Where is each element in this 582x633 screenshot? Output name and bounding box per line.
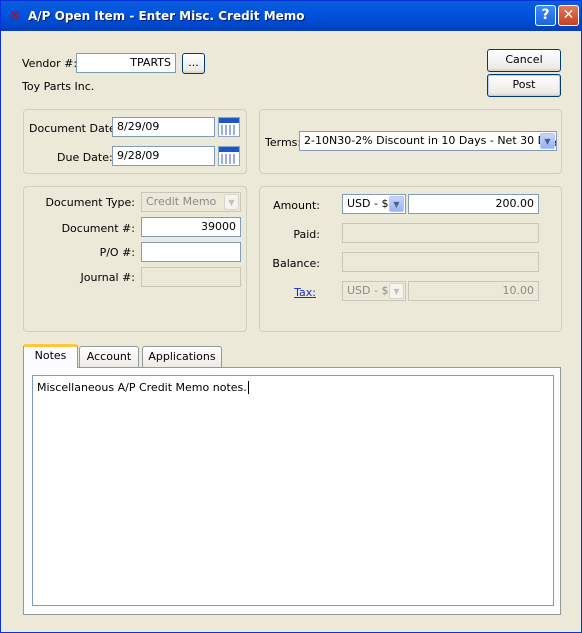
po-number-field[interactable] xyxy=(141,242,241,262)
post-button[interactable]: Post xyxy=(487,74,561,97)
journal-number-field xyxy=(141,267,241,287)
chevron-down-icon[interactable]: ▼ xyxy=(389,196,404,212)
cancel-button[interactable]: Cancel xyxy=(487,49,561,72)
document-number-field[interactable]: 39000 xyxy=(141,217,241,237)
text-cursor xyxy=(247,381,249,394)
document-date-field[interactable]: 8/29/09 xyxy=(112,117,215,137)
notes-textarea[interactable]: Miscellaneous A/P Credit Memo notes. xyxy=(32,375,554,606)
terms-value: 2-10N30-2% Discount in 10 Days - Net 30 … xyxy=(304,134,557,147)
paid-label: Paid: xyxy=(293,228,320,241)
app-window: ✕ A/P Open Item - Enter Misc. Credit Mem… xyxy=(0,0,582,633)
close-button[interactable]: ✕ xyxy=(558,5,579,26)
due-date-field[interactable]: 9/28/09 xyxy=(112,146,215,166)
notes-tab-panel: Miscellaneous A/P Credit Memo notes. xyxy=(23,367,561,615)
balance-label: Balance: xyxy=(272,257,320,270)
help-button[interactable]: ? xyxy=(535,5,556,26)
vendor-label: Vendor #: xyxy=(22,57,78,70)
window-title: A/P Open Item - Enter Misc. Credit Memo xyxy=(28,9,305,23)
x-logo-icon: ✕ xyxy=(9,8,21,24)
notes-text: Miscellaneous A/P Credit Memo notes. xyxy=(37,381,247,394)
chevron-down-icon: ▼ xyxy=(389,283,404,299)
amount-field[interactable]: 200.00 xyxy=(408,194,539,214)
tax-amount-field: 10.00 xyxy=(408,281,539,301)
vendor-lookup-button[interactable]: ... xyxy=(182,53,205,74)
title-bar[interactable]: ✕ A/P Open Item - Enter Misc. Credit Mem… xyxy=(1,1,581,31)
document-date-label: Document Date: xyxy=(29,122,120,135)
tab-account[interactable]: Account xyxy=(79,346,139,367)
amount-currency-select[interactable]: USD - $ ▼ xyxy=(342,194,406,214)
tax-currency-select: USD - $ ▼ xyxy=(342,281,406,301)
tax-currency-value: USD - $ xyxy=(347,284,389,297)
amount-currency-value: USD - $ xyxy=(347,197,389,210)
document-type-select: Credit Memo ▼ xyxy=(141,192,241,212)
document-type-value: Credit Memo xyxy=(146,195,217,208)
balance-field xyxy=(342,252,539,272)
document-type-label: Document Type: xyxy=(45,196,135,209)
tax-link[interactable]: Tax: xyxy=(263,286,316,299)
tab-applications[interactable]: Applications xyxy=(142,346,222,367)
amount-label: Amount: xyxy=(273,199,320,212)
terms-label: Terms: xyxy=(265,136,302,149)
po-number-label: P/O #: xyxy=(99,246,135,259)
terms-select[interactable]: 2-10N30-2% Discount in 10 Days - Net 30 … xyxy=(299,131,557,151)
chevron-down-icon[interactable]: ▼ xyxy=(540,133,555,149)
chevron-down-icon: ▼ xyxy=(224,194,239,210)
due-date-label: Due Date: xyxy=(57,151,113,164)
paid-field xyxy=(342,223,539,243)
tab-notes[interactable]: Notes xyxy=(23,344,78,368)
document-number-label: Document #: xyxy=(61,222,135,235)
calendar-icon[interactable] xyxy=(218,146,240,166)
calendar-icon[interactable] xyxy=(218,117,240,137)
journal-number-label: Journal #: xyxy=(80,271,135,284)
vendor-number-field[interactable]: TPARTS xyxy=(76,53,176,73)
vendor-name: Toy Parts Inc. xyxy=(22,80,95,93)
